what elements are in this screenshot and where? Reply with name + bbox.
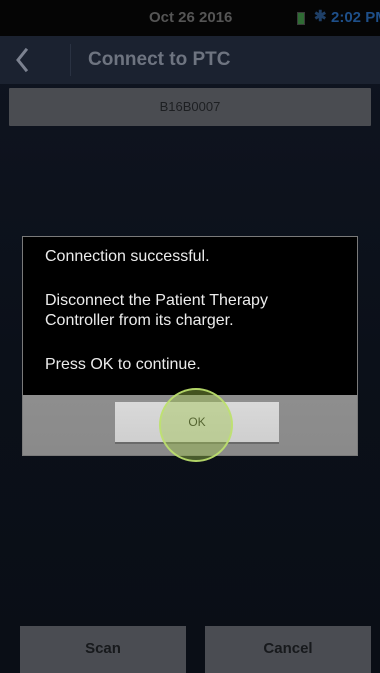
dialog-footer: OK [23,395,357,455]
dialog-message-line: Connection successful. [45,248,210,265]
scan-button[interactable]: Scan [20,626,186,673]
device-id: B16B0007 [159,99,221,114]
device-id-bar[interactable]: B16B0007 [9,88,371,126]
ok-button[interactable]: OK [115,402,279,444]
dialog-message-line: Controller from its charger. [45,312,234,329]
bluetooth-icon: ✱ [314,8,327,25]
back-button[interactable] [0,36,70,84]
connection-dialog: Connection successful. Disconnect the Pa… [22,236,358,462]
cancel-button-label: Cancel [263,640,313,657]
status-bar: Oct 26 2016 ✱ 2:02 PM [0,0,380,36]
ok-button-label: OK [188,415,206,429]
page-title: Connect to PTC [88,49,231,70]
battery-icon [297,12,305,25]
status-date: Oct 26 2016 [149,9,233,26]
status-time: 2:02 PM [331,9,380,26]
scan-button-label: Scan [85,640,121,657]
chevron-left-icon [16,47,29,73]
title-bar: Connect to PTC [0,36,380,84]
dialog-message-line: Disconnect the Patient Therapy [45,292,268,309]
cancel-button[interactable]: Cancel [205,626,371,673]
title-divider [70,44,71,76]
dialog-message-line: Press OK to continue. [45,356,201,373]
